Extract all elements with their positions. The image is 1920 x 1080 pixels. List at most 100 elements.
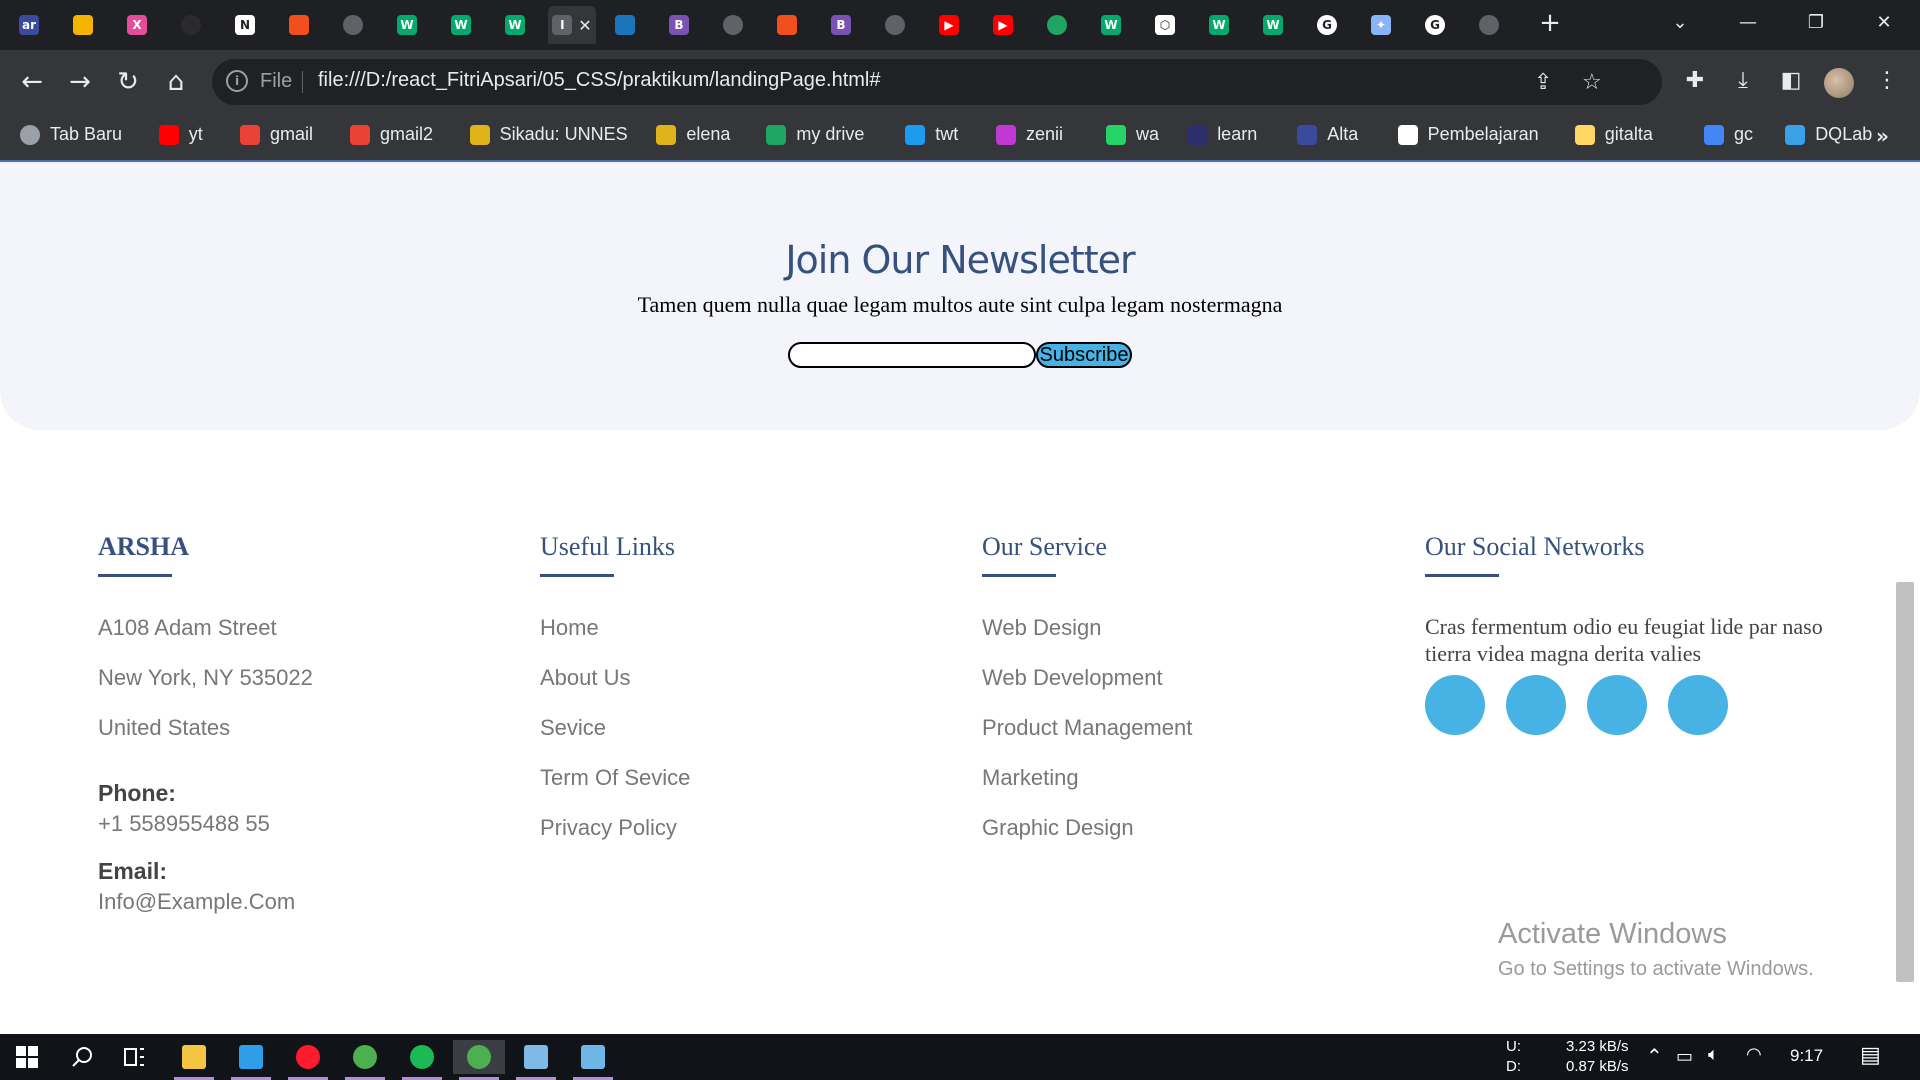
share-icon[interactable]: ⇪ — [1534, 70, 1552, 95]
page-scrollbar[interactable] — [1896, 582, 1914, 982]
notification-icon[interactable]: ▤ — [1860, 1042, 1881, 1068]
bookmark-item[interactable]: twt — [905, 124, 958, 145]
browser-tab[interactable] — [604, 6, 646, 44]
browser-tab[interactable]: W — [440, 6, 482, 44]
browser-tab[interactable] — [62, 6, 104, 44]
task-view-button[interactable] — [108, 1040, 160, 1074]
browser-tab[interactable]: ▶ — [982, 6, 1024, 44]
browser-tab[interactable]: W — [386, 6, 428, 44]
social-link-button[interactable] — [1668, 675, 1728, 735]
social-link-button[interactable] — [1425, 675, 1485, 735]
browser-tab[interactable]: ⬡ — [1144, 6, 1186, 44]
download-icon[interactable]: ⤓ — [1728, 66, 1758, 96]
browser-tab[interactable]: W — [1252, 6, 1294, 44]
home-button[interactable]: ⌂ — [158, 64, 194, 100]
close-tab-icon[interactable]: ✕ — [578, 16, 591, 35]
browser-tab[interactable]: G — [1306, 6, 1348, 44]
service-link-graphic-design[interactable]: Graphic Design — [982, 815, 1402, 865]
browser-tab[interactable] — [332, 6, 374, 44]
back-button[interactable]: ← — [14, 64, 50, 100]
browser-tab[interactable]: G — [1414, 6, 1456, 44]
menu-icon[interactable]: ⋮ — [1872, 66, 1902, 96]
bookmark-item[interactable]: DQLab — [1785, 124, 1872, 145]
bookmark-item[interactable]: gitalta — [1574, 124, 1653, 145]
browser-tab[interactable] — [712, 6, 754, 44]
browser-tab[interactable] — [1036, 6, 1078, 44]
browser-tab[interactable] — [278, 6, 320, 44]
address-bar[interactable]: i File file:///D:/react_FitriApsari/05_C… — [212, 59, 1662, 105]
browser-tab[interactable] — [1468, 6, 1510, 44]
clock-time[interactable]: 9:17 — [1790, 1046, 1823, 1066]
browser-tab[interactable]: W — [1090, 6, 1132, 44]
footer-link-service[interactable]: Sevice — [540, 715, 960, 765]
reload-button[interactable]: ↻ — [110, 64, 146, 100]
bookmark-item[interactable]: zenii — [996, 124, 1063, 145]
search-button[interactable] — [56, 1040, 108, 1074]
restore-button[interactable]: ❐ — [1782, 0, 1850, 44]
bookmark-item[interactable]: learn — [1187, 124, 1257, 145]
browser-tab[interactable]: X — [116, 6, 158, 44]
side-panel-icon[interactable]: ◧ — [1776, 66, 1806, 96]
browser-tab[interactable]: ▶ — [928, 6, 970, 44]
service-link-web-design[interactable]: Web Design — [982, 615, 1402, 665]
footer-link-about[interactable]: About Us — [540, 665, 960, 715]
browser-tab[interactable]: ar — [8, 6, 50, 44]
social-link-button[interactable] — [1587, 675, 1647, 735]
bookmark-item[interactable]: gmail — [240, 124, 313, 145]
footer-link-home[interactable]: Home — [540, 615, 960, 665]
battery-icon[interactable]: ▭ — [1676, 1046, 1693, 1067]
start-button[interactable] — [0, 1040, 54, 1074]
browser-tab[interactable] — [874, 6, 916, 44]
browser-tab[interactable]: B — [658, 6, 700, 44]
bookmark-item[interactable]: yt — [158, 124, 203, 145]
site-info-icon[interactable]: i — [226, 70, 248, 92]
service-link-marketing[interactable]: Marketing — [982, 765, 1402, 815]
browser-tab[interactable] — [170, 6, 212, 44]
new-tab-button[interactable]: + — [1536, 10, 1564, 38]
newsletter-email-input[interactable] — [788, 342, 1036, 368]
bookmark-item[interactable]: Sikadu: UNNES — [469, 124, 628, 145]
service-link-product-management[interactable]: Product Management — [982, 715, 1402, 765]
tray-chevron-icon[interactable]: ⌃ — [1646, 1044, 1663, 1069]
browser-tab[interactable]: I ✕ — [548, 6, 596, 44]
bookmark-item[interactable]: gc — [1704, 124, 1753, 145]
browser-tab[interactable]: ✦ — [1360, 6, 1402, 44]
taskbar-app[interactable] — [225, 1040, 277, 1080]
bookmark-item[interactable]: elena — [656, 124, 730, 145]
footer-link-terms[interactable]: Term Of Sevice — [540, 765, 960, 815]
bookmark-star-icon[interactable]: ☆ — [1582, 70, 1602, 95]
taskbar-app[interactable] — [339, 1040, 391, 1080]
browser-tab[interactable] — [766, 6, 808, 44]
taskbar-app[interactable] — [567, 1040, 619, 1080]
browser-tab[interactable]: W — [494, 6, 536, 44]
address-url[interactable]: file:///D:/react_FitriApsari/05_CSS/prak… — [318, 69, 880, 92]
tab-search-button[interactable]: ⌄ — [1646, 0, 1714, 44]
taskbar-app[interactable] — [282, 1040, 334, 1080]
bookmark-item[interactable]: Alta — [1297, 124, 1358, 145]
taskbar-app[interactable] — [510, 1040, 562, 1080]
close-window-button[interactable]: ✕ — [1850, 0, 1918, 44]
task-view-icon — [124, 1048, 144, 1066]
browser-tab[interactable]: W — [1198, 6, 1240, 44]
bookmark-item[interactable]: my drive — [766, 124, 864, 145]
extensions-icon[interactable]: ✚ — [1680, 66, 1710, 96]
bookmark-item[interactable]: Tab Baru — [20, 124, 122, 145]
bookmarks-overflow-button[interactable]: » — [1876, 124, 1889, 148]
volume-icon[interactable]: 🔈︎ — [1708, 1044, 1719, 1065]
service-link-web-development[interactable]: Web Development — [982, 665, 1402, 715]
browser-tab[interactable]: N — [224, 6, 266, 44]
subscribe-button[interactable]: Subscribe — [1036, 342, 1132, 368]
taskbar-app[interactable] — [396, 1040, 448, 1080]
taskbar-app[interactable] — [453, 1040, 505, 1080]
bookmark-item[interactable]: gmail2 — [350, 124, 433, 145]
bookmark-item[interactable]: wa — [1106, 124, 1159, 145]
browser-tab[interactable]: B — [820, 6, 862, 44]
wifi-icon[interactable]: ◠ — [1746, 1044, 1762, 1065]
forward-button[interactable]: → — [62, 64, 98, 100]
footer-link-privacy[interactable]: Privacy Policy — [540, 815, 960, 865]
minimize-button[interactable]: — — [1714, 0, 1782, 44]
bookmark-item[interactable]: Pembelajaran — [1397, 124, 1539, 145]
social-link-button[interactable] — [1506, 675, 1566, 735]
profile-avatar[interactable] — [1824, 68, 1854, 98]
taskbar-app[interactable] — [168, 1040, 220, 1080]
